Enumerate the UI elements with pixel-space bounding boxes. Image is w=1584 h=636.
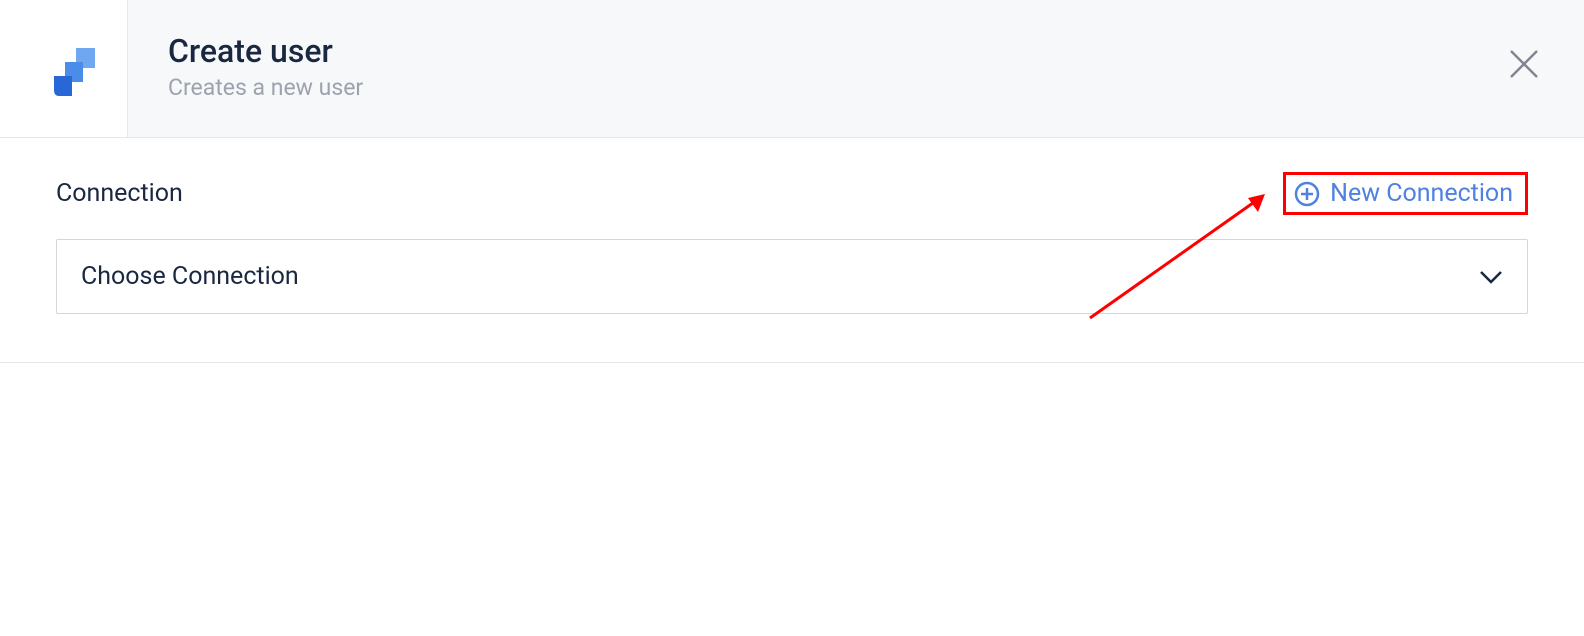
connection-row: Connection New Connection <box>56 172 1528 215</box>
modal-title: Create user <box>168 32 1584 70</box>
chevron-down-icon <box>1479 270 1503 284</box>
new-connection-label: New Connection <box>1330 179 1513 208</box>
connection-dropdown[interactable]: Choose Connection <box>56 239 1528 314</box>
connection-label: Connection <box>56 179 183 208</box>
new-connection-button[interactable]: New Connection <box>1283 172 1528 215</box>
modal-subtitle: Creates a new user <box>168 74 1584 101</box>
title-container: Create user Creates a new user <box>128 0 1584 101</box>
close-icon <box>1509 49 1539 79</box>
modal-header: Create user Creates a new user <box>0 0 1584 138</box>
dropdown-placeholder: Choose Connection <box>81 262 299 291</box>
content-section: Connection New Connection Choose Connect… <box>0 138 1584 363</box>
close-button[interactable] <box>1508 48 1540 80</box>
logo-container <box>0 0 128 137</box>
jira-logo-icon <box>33 38 95 100</box>
plus-circle-icon <box>1294 181 1320 207</box>
